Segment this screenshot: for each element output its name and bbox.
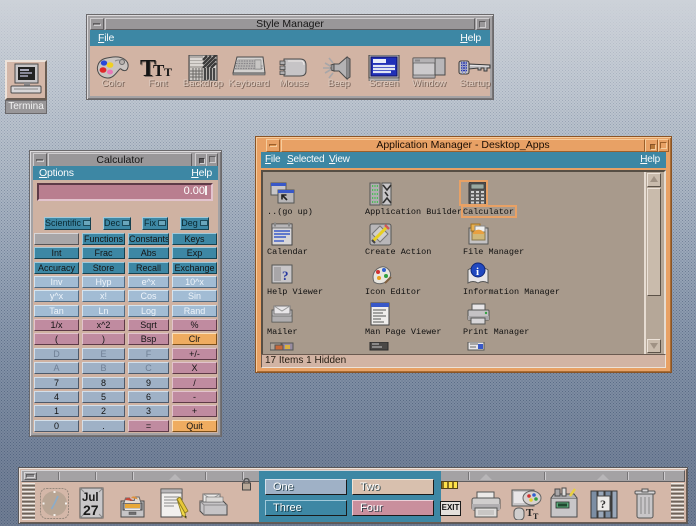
svg-text:T: T: [164, 65, 172, 79]
svg-text:i: i: [476, 266, 479, 278]
svg-text:27: 27: [83, 502, 99, 518]
svg-text:T: T: [533, 512, 539, 520]
svg-text:?: ?: [600, 497, 606, 511]
svg-text:?: ?: [282, 268, 289, 283]
